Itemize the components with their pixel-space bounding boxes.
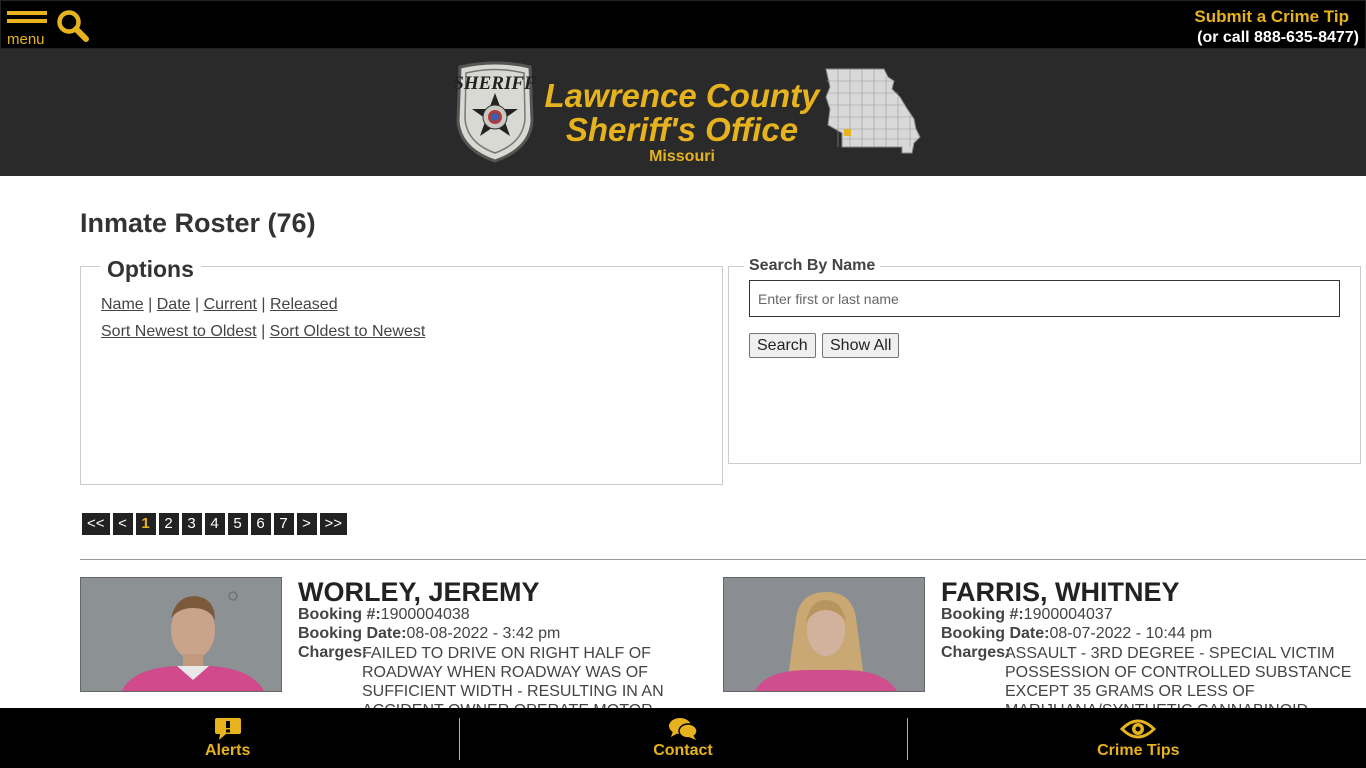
- nav-contact[interactable]: Contact: [455, 708, 910, 768]
- booking-date: Booking Date:08-08-2022 - 3:42 pm: [298, 625, 560, 643]
- inmate-photo[interactable]: [723, 577, 925, 692]
- chat-bubbles-icon: [668, 718, 698, 740]
- pager-page-5[interactable]: 5: [227, 513, 248, 535]
- filter-date-link[interactable]: Date: [157, 296, 191, 313]
- booking-number-value: 1900004037: [1023, 606, 1113, 623]
- nav-separator: [907, 718, 908, 760]
- pager-page-7[interactable]: 7: [273, 513, 294, 535]
- missouri-map-icon: [825, 68, 921, 154]
- sort-links: Sort Newest to Oldest | Sort Oldest to N…: [101, 323, 426, 340]
- bottom-nav: Alerts Contact Crime Tips: [0, 708, 1366, 768]
- search-icon[interactable]: [56, 9, 90, 43]
- search-name-input[interactable]: [749, 280, 1340, 317]
- nav-separator: [459, 718, 460, 760]
- booking-date: Booking Date:08-07-2022 - 10:44 pm: [941, 625, 1212, 643]
- pager-last[interactable]: >>: [319, 513, 348, 535]
- badge-lettering: SHERIFF: [453, 73, 537, 94]
- menu-label: menu: [7, 31, 45, 48]
- filter-current-link[interactable]: Current: [204, 296, 257, 313]
- sheriff-badge-logo[interactable]: SHERIFF: [452, 61, 538, 163]
- nav-alerts[interactable]: Alerts: [0, 708, 455, 768]
- pager-page-3[interactable]: 3: [181, 513, 202, 535]
- search-legend: Search By Name: [744, 257, 881, 275]
- eye-icon: [1120, 719, 1157, 739]
- pager-first[interactable]: <<: [82, 513, 110, 535]
- pager-page-6[interactable]: 6: [250, 513, 271, 535]
- inmate-name[interactable]: FARRIS, WHITNEY: [941, 577, 1180, 608]
- booking-number-label: Booking #:: [298, 606, 381, 623]
- hamburger-icon-bar: [7, 19, 47, 23]
- state-label: Missouri: [649, 148, 715, 165]
- site-header: SHERIFF Lawrence County Sheriff's Office…: [0, 49, 1366, 176]
- submit-crime-tip-link[interactable]: Submit a Crime Tip: [1194, 7, 1349, 27]
- nav-crime-tips[interactable]: Crime Tips: [911, 708, 1366, 768]
- options-legend: Options: [100, 256, 201, 283]
- booking-date-value: 08-07-2022 - 10:44 pm: [1049, 625, 1213, 642]
- pagination: << < 1 2 3 4 5 6 7 > >>: [82, 513, 350, 535]
- alert-bubble-icon: [214, 718, 241, 740]
- booking-date-label: Booking Date:: [298, 625, 407, 642]
- booking-date-value: 08-08-2022 - 3:42 pm: [406, 625, 561, 642]
- pager-next[interactable]: >: [296, 513, 317, 535]
- filter-links: Name | Date | Current | Released: [101, 296, 338, 313]
- sort-oldest-link[interactable]: Sort Oldest to Newest: [270, 323, 426, 340]
- booking-number: Booking #:1900004038: [298, 606, 470, 624]
- pager-page-4[interactable]: 4: [204, 513, 225, 535]
- site-title-line-2: Sheriff's Office: [565, 111, 799, 148]
- show-all-button[interactable]: Show All: [822, 333, 900, 358]
- pager-page-2[interactable]: 2: [158, 513, 179, 535]
- booking-number-value: 1900004038: [380, 606, 470, 623]
- pager-page-1[interactable]: 1: [135, 513, 156, 535]
- booking-date-label: Booking Date:: [941, 625, 1050, 642]
- tip-phone-text: (or call 888-635-8477): [1197, 29, 1359, 46]
- nav-crime-tips-label: Crime Tips: [1097, 742, 1180, 759]
- top-bar: menu Submit a Crime Tip (or call 888-635…: [0, 0, 1366, 49]
- inmate-name[interactable]: WORLEY, JEREMY: [298, 577, 540, 608]
- filter-name-link[interactable]: Name: [101, 296, 144, 313]
- charges-label: Charges:: [941, 644, 1011, 661]
- sort-newest-link[interactable]: Sort Newest to Oldest: [101, 323, 257, 340]
- nav-alerts-label: Alerts: [204, 742, 251, 759]
- search-button[interactable]: Search: [749, 333, 816, 358]
- booking-number: Booking #:1900004037: [941, 606, 1113, 624]
- pager-prev[interactable]: <: [112, 513, 133, 535]
- menu-button[interactable]: menu: [7, 11, 49, 49]
- booking-number-label: Booking #:: [941, 606, 1024, 623]
- nav-contact-label: Contact: [653, 742, 713, 759]
- filter-released-link[interactable]: Released: [270, 296, 338, 313]
- site-title-line-1: Lawrence County: [544, 77, 820, 114]
- page-title: Inmate Roster (76): [80, 208, 316, 238]
- inmate-photo[interactable]: [80, 577, 282, 692]
- divider: [80, 559, 1366, 560]
- hamburger-icon: [7, 11, 47, 15]
- charges-label: Charges:: [298, 644, 368, 661]
